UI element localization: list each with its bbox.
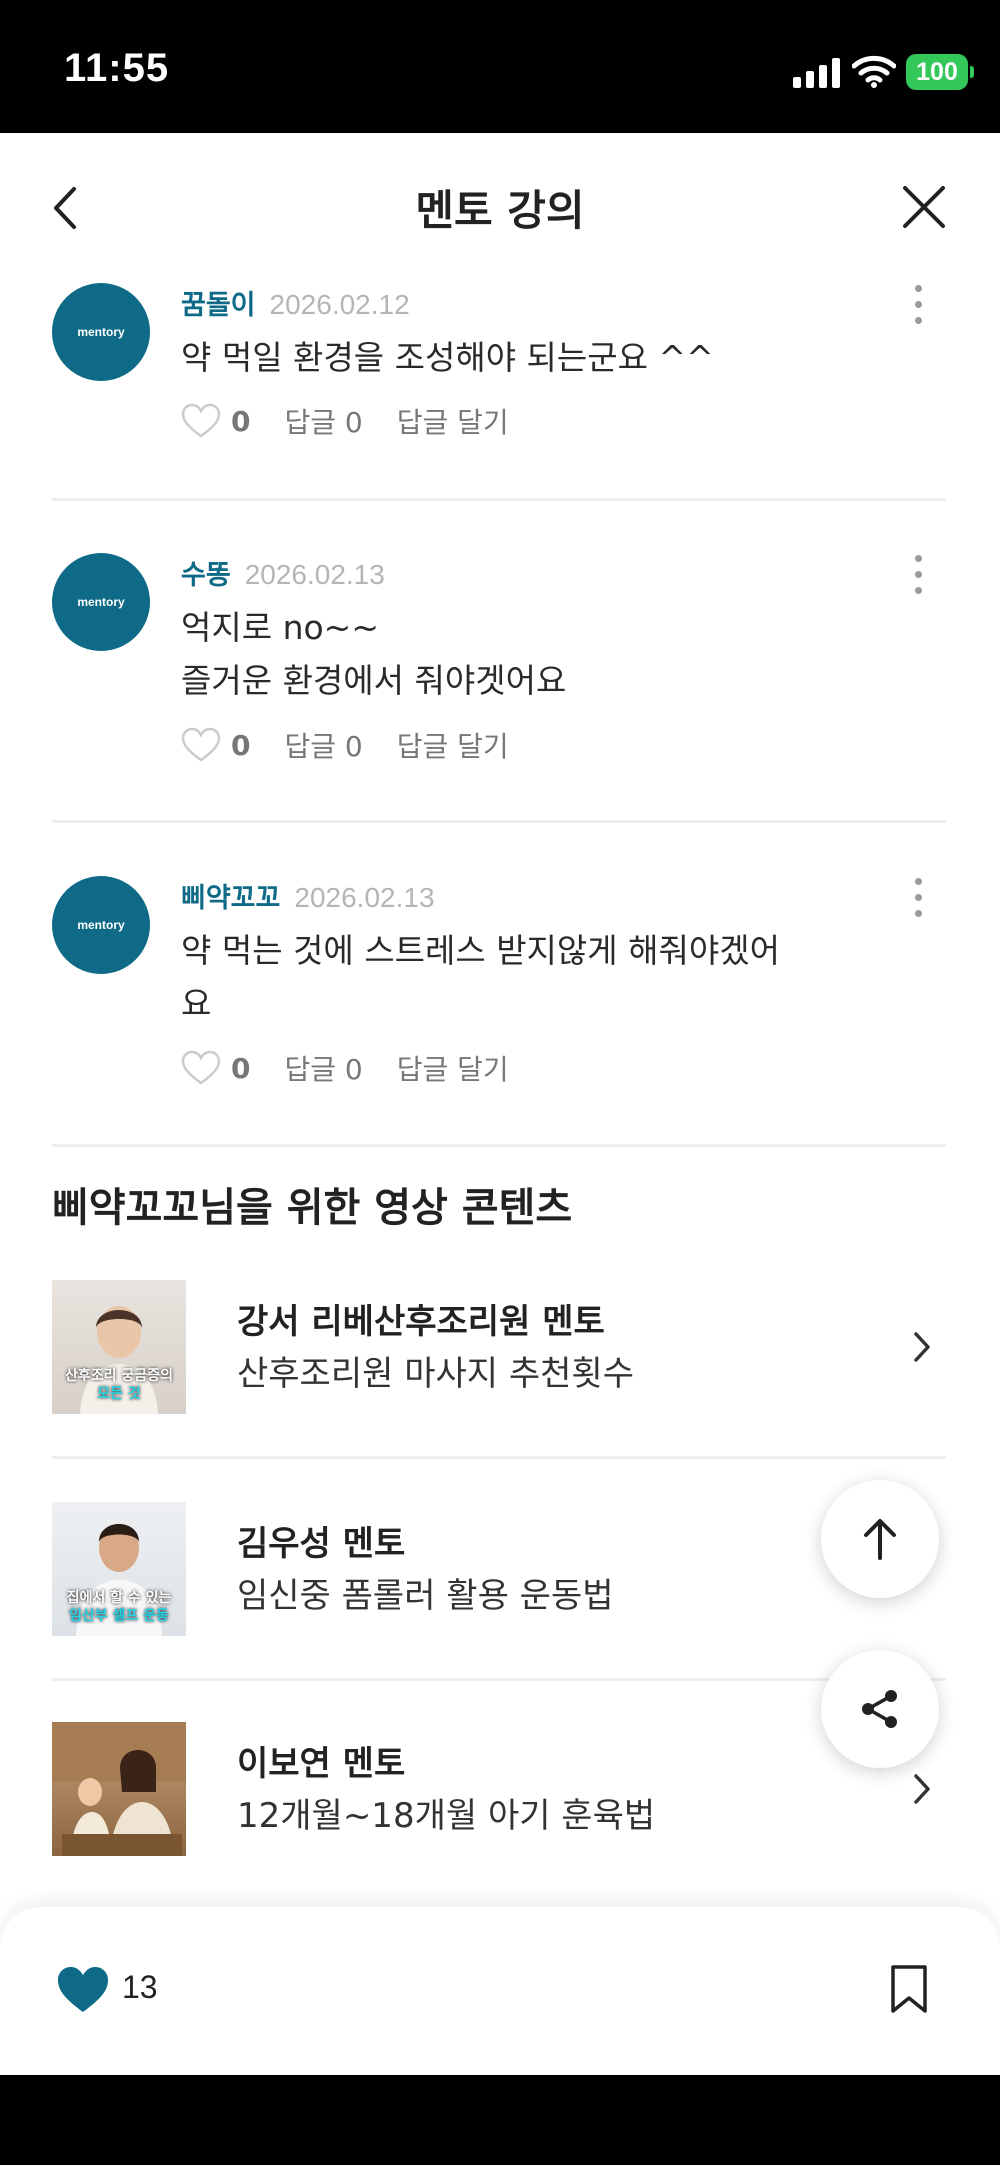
video-thumbnail: 집에서 할 수 있는 임산부 셀프 운동 bbox=[52, 1502, 186, 1636]
home-indicator-area bbox=[0, 2075, 1000, 2165]
divider bbox=[52, 1456, 946, 1459]
thumbnail-caption: 산후조리 궁금증의 bbox=[65, 1368, 173, 1384]
chevron-right-icon bbox=[914, 1774, 930, 1804]
comment-line: 약 먹일 환경을 조성해야 되는군요 ^^ bbox=[181, 338, 714, 377]
comment-date: 2026.02.12 bbox=[269, 289, 410, 320]
comment-line: 억지로 no~~ bbox=[181, 608, 379, 647]
avatar[interactable]: mentory bbox=[52, 553, 150, 651]
section-title: 삐약꼬꼬님을 위한 영상 콘텐츠 bbox=[52, 1185, 573, 1231]
reply-count[interactable]: 답글 0 bbox=[284, 1048, 362, 1088]
status-bar: 11:55 100 bbox=[0, 0, 1000, 133]
thumbnail-caption: 집에서 할 수 있는 bbox=[66, 1590, 172, 1606]
heart-outline-icon[interactable] bbox=[181, 727, 221, 763]
chevron-right-icon bbox=[914, 1332, 930, 1362]
avatar[interactable]: mentory bbox=[52, 876, 150, 974]
comment-line: 요 bbox=[181, 984, 212, 1023]
comment-author[interactable]: 수똥 bbox=[181, 560, 231, 591]
post-like-count: 13 bbox=[122, 1969, 158, 2005]
close-icon[interactable] bbox=[900, 183, 948, 231]
reply-count[interactable]: 답글 0 bbox=[284, 401, 362, 441]
cellular-signal-icon bbox=[793, 58, 841, 88]
status-time: 11:55 bbox=[64, 46, 170, 90]
divider bbox=[52, 820, 946, 823]
comment-text: 약 먹일 환경을 조성해야 되는군요 ^^ bbox=[181, 331, 881, 384]
comment-line: 즐거운 환경에서 줘야겟어요 bbox=[181, 661, 567, 700]
like-count: 0 bbox=[231, 728, 251, 762]
heart-filled-icon[interactable] bbox=[56, 1965, 110, 2015]
video-mentor: 김우성 멘토 bbox=[237, 1524, 406, 1564]
video-mentor: 이보연 멘토 bbox=[237, 1744, 406, 1784]
scroll-top-button[interactable] bbox=[821, 1480, 939, 1598]
video-thumbnail: 산후조리 궁금증의 모든 것 bbox=[52, 1280, 186, 1414]
heart-outline-icon[interactable] bbox=[181, 1050, 221, 1086]
like-count: 0 bbox=[231, 404, 251, 438]
comment-date: 2026.02.13 bbox=[294, 882, 435, 913]
video-item[interactable]: 산후조리 궁금증의 모든 것 강서 리베산후조리원 멘토 산후조리원 마사지 추… bbox=[52, 1280, 946, 1414]
more-options-icon[interactable] bbox=[912, 283, 924, 327]
bookmark-icon[interactable] bbox=[890, 1964, 928, 2014]
write-reply-button[interactable]: 답글 달기 bbox=[397, 1048, 509, 1088]
comment-header: 수똥 2026.02.13 bbox=[181, 553, 385, 592]
thumbnail-caption: 모든 것 bbox=[97, 1386, 141, 1402]
divider bbox=[52, 1678, 946, 1681]
battery-indicator: 100 bbox=[906, 54, 974, 90]
heart-outline-icon[interactable] bbox=[181, 403, 221, 439]
thumbnail-caption: 임산부 셀프 운동 bbox=[69, 1608, 169, 1624]
write-reply-button[interactable]: 답글 달기 bbox=[397, 725, 509, 765]
top-navigation: 멘토 강의 bbox=[0, 133, 1000, 273]
app-screen: 멘토 강의 mentory 꿈돌이 2026.02.12 약 먹일 환경을 조성해… bbox=[0, 133, 1000, 2075]
wifi-icon bbox=[852, 55, 896, 88]
reply-count[interactable]: 답글 0 bbox=[284, 725, 362, 765]
comment-header: 삐약꼬꼬 2026.02.13 bbox=[181, 876, 435, 915]
video-topic: 12개월~18개월 아기 훈육법 bbox=[237, 1796, 656, 1836]
comment-actions: 0 답글 0 답글 달기 bbox=[181, 1048, 509, 1088]
divider bbox=[52, 498, 946, 501]
arrow-up-icon bbox=[864, 1519, 896, 1560]
divider bbox=[52, 1144, 946, 1147]
page-title: 멘토 강의 bbox=[415, 186, 585, 235]
video-item[interactable]: 집에서 할 수 있는 임산부 셀프 운동 김우성 멘토 임신중 폼롤러 활용 운… bbox=[52, 1502, 946, 1636]
share-button[interactable] bbox=[821, 1650, 939, 1768]
comment-item: mentory 수똥 2026.02.13 억지로 no~~ 즐거운 환경에서 줘… bbox=[52, 553, 946, 763]
comment-actions: 0 답글 0 답글 달기 bbox=[181, 401, 509, 441]
more-options-icon[interactable] bbox=[912, 553, 924, 597]
mentor-photo-icon bbox=[52, 1722, 186, 1856]
comment-text: 억지로 no~~ 즐거운 환경에서 줘야겟어요 bbox=[181, 601, 881, 707]
bottom-action-bar: 13 bbox=[0, 1907, 1000, 2075]
comment-text: 약 먹는 것에 스트레스 받지않게 해줘야겠어 요 bbox=[181, 924, 881, 1030]
more-options-icon[interactable] bbox=[912, 876, 924, 920]
comment-header: 꿈돌이 2026.02.12 bbox=[181, 283, 410, 322]
comment-author[interactable]: 삐약꼬꼬 bbox=[181, 883, 280, 914]
video-mentor: 강서 리베산후조리원 멘토 bbox=[237, 1302, 605, 1342]
comment-date: 2026.02.13 bbox=[244, 559, 385, 590]
comment-actions: 0 답글 0 답글 달기 bbox=[181, 725, 509, 765]
avatar[interactable]: mentory bbox=[52, 283, 150, 381]
video-item[interactable]: 이보연 멘토 12개월~18개월 아기 훈육법 bbox=[52, 1722, 946, 1856]
comment-item: mentory 삐약꼬꼬 2026.02.13 약 먹는 것에 스트레스 받지않게… bbox=[52, 876, 946, 1086]
write-reply-button[interactable]: 답글 달기 bbox=[397, 401, 509, 441]
comment-line: 약 먹는 것에 스트레스 받지않게 해줘야겠어 bbox=[181, 931, 780, 970]
comment-author[interactable]: 꿈돌이 bbox=[181, 290, 256, 321]
video-thumbnail bbox=[52, 1722, 186, 1856]
comment-item: mentory 꿈돌이 2026.02.12 약 먹일 환경을 조성해야 되는군요… bbox=[52, 283, 946, 443]
like-count: 0 bbox=[231, 1051, 251, 1085]
share-icon bbox=[862, 1690, 897, 1728]
video-topic: 임신중 폼롤러 활용 운동법 bbox=[237, 1576, 614, 1616]
video-topic: 산후조리원 마사지 추천횟수 bbox=[237, 1354, 634, 1394]
